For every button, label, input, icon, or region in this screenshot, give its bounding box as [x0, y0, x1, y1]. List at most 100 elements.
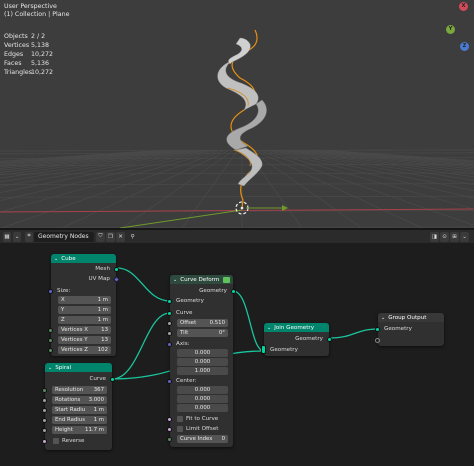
group-output-geometry-input: Geometry [384, 326, 412, 332]
cube-vertices-y-field[interactable]: Vertices Y 13 [58, 336, 111, 344]
spiral-reverse-socket[interactable] [42, 438, 47, 444]
duplicate-icon[interactable]: ❐ [106, 231, 115, 242]
fit-to-curve-label: Fit to Curve [186, 416, 219, 422]
spiral-start-radius-socket[interactable] [42, 407, 47, 413]
3d-viewport[interactable]: User Perspective (1) Collection | Plane … [0, 0, 474, 228]
curve-deform-index-socket[interactable] [167, 436, 172, 442]
editor-type-chevron-icon[interactable]: ⌄ [13, 231, 21, 242]
node-group-output[interactable]: ⌄ Group Output Geometry [375, 313, 444, 346]
cube-size-socket[interactable] [48, 288, 53, 294]
stat-objects: Objects 2 / 2 [4, 33, 46, 40]
curve-deform-offset-socket[interactable] [167, 320, 172, 326]
curve-deform-axis-x-field[interactable]: 0.000 [177, 349, 228, 357]
group-output-empty-socket[interactable] [375, 337, 380, 343]
curve-deform-curve-in-socket[interactable] [167, 310, 172, 316]
cube-size-x-field[interactable]: X1 m [58, 296, 111, 304]
spiral-rotations-field[interactable]: Rotations 3.000 [52, 396, 107, 404]
curve-deform-geometry-output: Geometry [199, 288, 227, 294]
node-join-geometry-header[interactable]: ⌄ Join Geometry [264, 323, 329, 332]
viewport-scene [0, 29, 474, 228]
gizmo-x-ball[interactable]: X [459, 2, 468, 11]
stat-edges: Edges 10,272 [4, 51, 54, 58]
link-curve-deform-to-join [232, 290, 265, 352]
pin-icon[interactable]: ⚲ [128, 232, 137, 242]
spiral-rotations-socket[interactable] [42, 397, 47, 403]
limit-offset-checkbox[interactable] [177, 426, 183, 432]
unlink-x-icon[interactable]: ✕ [116, 231, 125, 242]
spiral-start-radius-field[interactable]: Start Radiu 1 m [52, 406, 107, 414]
spiral-height-field[interactable]: Height 11.7 m [52, 426, 107, 434]
curve-deform-axis-z-field[interactable]: 1.000 [177, 367, 228, 375]
curve-deform-axis-y-field[interactable]: 0.000 [177, 358, 228, 366]
node-spiral-header[interactable]: ⌄ Spiral [45, 363, 112, 372]
stat-faces: Faces 5,136 [4, 60, 50, 67]
node-curve-deform-header[interactable]: ⌄ Curve Deform [170, 275, 233, 284]
curve-deform-center-socket[interactable] [167, 378, 172, 384]
curve-deform-curve-input: Curve [176, 310, 193, 316]
curve-deform-fit-socket[interactable] [167, 416, 172, 422]
spiral-end-radius-socket[interactable] [42, 417, 47, 423]
node-tree-name-field[interactable]: Geometry Nodes [34, 231, 94, 242]
join-geometry-out-socket[interactable] [327, 336, 332, 342]
curve-deform-geometry-out-socket[interactable] [231, 288, 236, 294]
spiral-curve-socket[interactable] [110, 376, 115, 382]
cube-vertices-y-socket[interactable] [48, 337, 53, 343]
curve-deform-center-x-field[interactable]: 0.000 [177, 386, 228, 394]
cube-vertices-z-field[interactable]: Vertices Z 102 [58, 346, 111, 354]
cube-vertices-x-field[interactable]: Vertices X 13 [58, 326, 111, 334]
grid-snap-icon[interactable]: ⊞ [450, 231, 459, 242]
join-geometry-output: Geometry [295, 336, 323, 342]
fake-user-shield-icon[interactable]: ⛉ [96, 231, 105, 242]
node-tree-icon[interactable]: ⌗ [25, 231, 33, 242]
spiral-end-radius-field[interactable]: End Radius 1 m [52, 416, 107, 424]
curve-deform-limit-socket[interactable] [167, 426, 172, 432]
curve-deform-axis-label: Axis: [176, 341, 190, 347]
fit-to-curve-checkbox[interactable] [177, 416, 183, 422]
join-geometry-multi-socket[interactable] [261, 345, 266, 354]
spiral-reverse-checkbox[interactable] [53, 438, 59, 444]
node-editor-canvas[interactable]: ⌄ Cube Mesh UV Map Size: X1 m Y1 m Z1 m V… [0, 243, 474, 466]
curve-deform-offset-field[interactable]: Offset 0.510 [177, 319, 228, 327]
node-cube-header[interactable]: ⌄ Cube [51, 254, 116, 263]
curve-deform-tilt-socket[interactable] [167, 330, 172, 336]
cube-size-z-field[interactable]: Z1 m [58, 316, 111, 324]
node-join-geometry[interactable]: ⌄ Join Geometry Geometry Geometry [261, 323, 332, 356]
view-options-icon[interactable]: ⌄ [460, 231, 469, 242]
gizmo-y-ball[interactable]: Y [446, 25, 455, 34]
node-curve-deform[interactable]: ⌄ Curve Deform Geometry Geometry Curve Of… [167, 275, 236, 447]
curve-deform-center-y-field[interactable]: 0.000 [177, 395, 228, 403]
cube-size-y-field[interactable]: Y1 m [58, 306, 111, 314]
spiral-resolution-socket[interactable] [42, 387, 47, 393]
curve-deform-axis-socket[interactable] [167, 341, 172, 347]
spiral-resolution-field[interactable]: Resolution 367 [52, 386, 107, 394]
link-cube-to-curve-deform [116, 267, 171, 302]
node-cube[interactable]: ⌄ Cube Mesh UV Map Size: X1 m Y1 m Z1 m V… [48, 254, 121, 356]
limit-offset-label: Limit Offset [186, 426, 219, 432]
cube-mesh-output: Mesh [95, 266, 110, 272]
curve-deform-tilt-field[interactable]: Tilt 0° [177, 329, 228, 337]
curve-index-field[interactable]: Curve Index 0 [177, 435, 228, 443]
view-name: User Perspective [4, 3, 57, 10]
curve-deform-center-label: Center: [176, 378, 197, 384]
spiral-height-socket[interactable] [42, 427, 47, 433]
snap-icon[interactable]: ⊙ [440, 231, 449, 242]
overlay-icon[interactable]: ◨ [430, 231, 439, 242]
group-output-geometry-socket[interactable] [375, 326, 380, 332]
gizmo-z-ball[interactable]: Z [460, 42, 469, 51]
curve-deform-geometry-in-socket[interactable] [167, 298, 172, 304]
node-group-output-header[interactable]: ⌄ Group Output [378, 313, 444, 322]
node-editor-type-icon[interactable]: ▦ [3, 231, 11, 242]
curve-deform-center-z-field[interactable]: 0.000 [177, 404, 228, 412]
node-spiral[interactable]: ⌄ Spiral Curve Resolution 367 Rotations 3.0… [42, 363, 115, 450]
collection-path: (1) Collection | Plane [4, 11, 70, 18]
link-join-to-output [328, 328, 379, 339]
cube-uv-output: UV Map [88, 276, 110, 282]
y-axis-line [119, 209, 243, 228]
cube-vertices-x-socket[interactable] [48, 327, 53, 333]
cube-uv-socket[interactable] [112, 275, 121, 283]
spiral-curve-output: Curve [89, 376, 106, 382]
cube-size-label: Size: [57, 288, 71, 294]
cube-vertices-z-socket[interactable] [48, 347, 53, 353]
cube-mesh-socket[interactable] [114, 266, 119, 272]
node-group-icon[interactable] [223, 276, 230, 283]
